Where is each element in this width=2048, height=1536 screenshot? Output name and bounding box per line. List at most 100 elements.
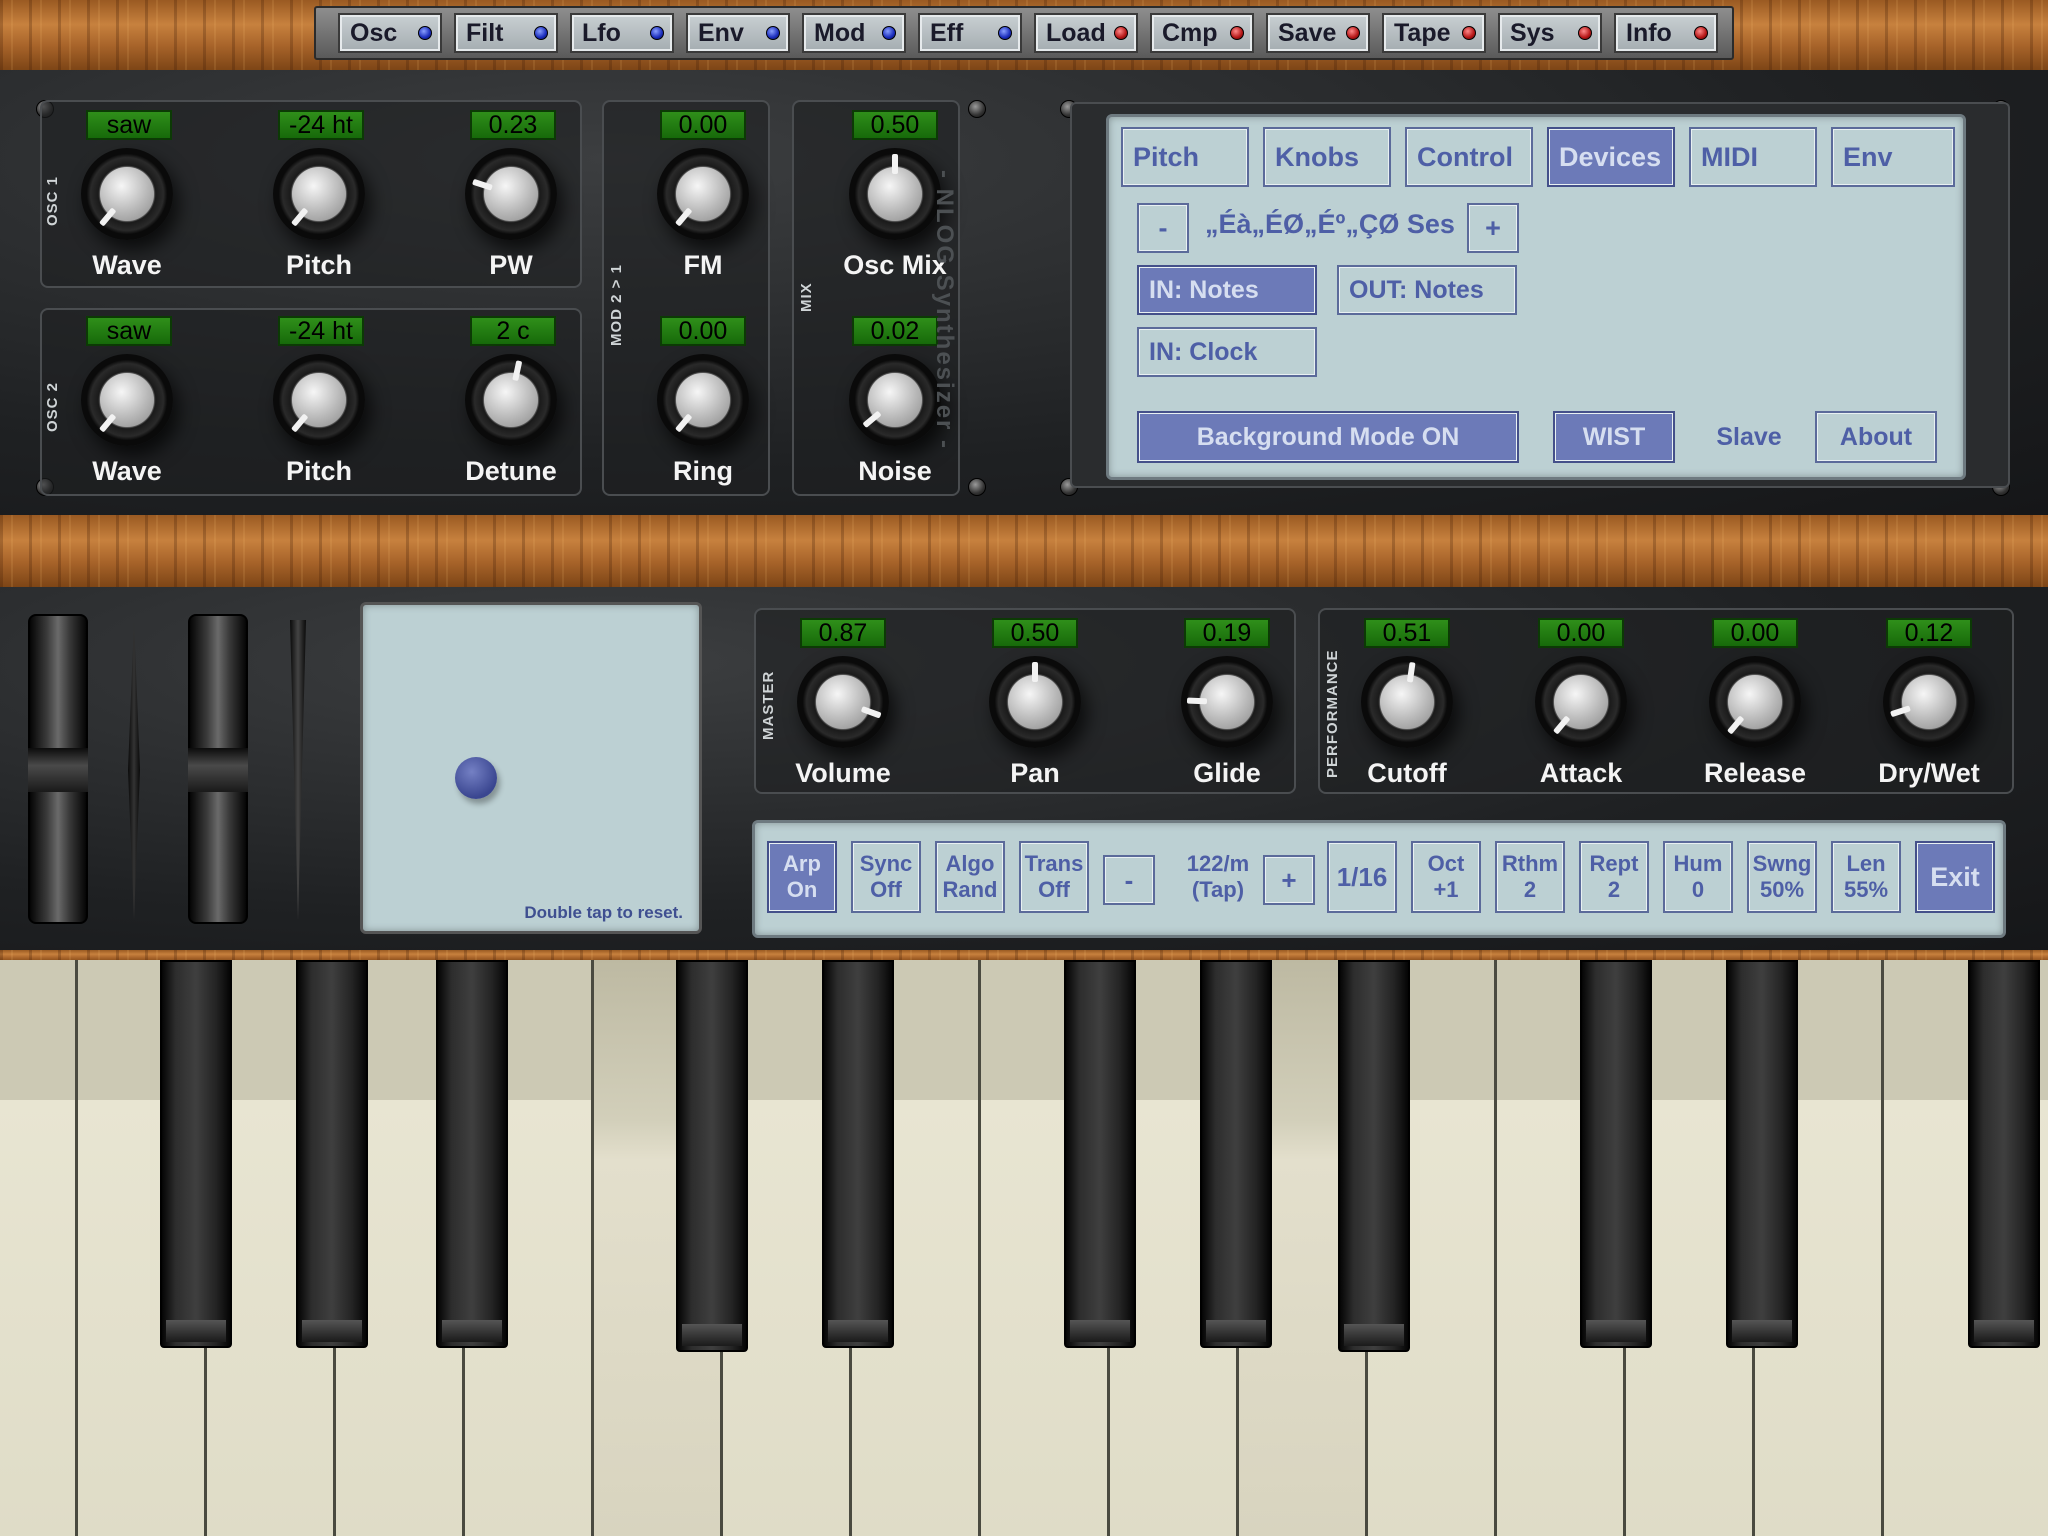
tab-load[interactable]: Load	[1034, 13, 1138, 53]
tab-env[interactable]: Env	[686, 13, 790, 53]
swing-button[interactable]: Swng 50%	[1747, 841, 1817, 913]
division-button[interactable]: 1/16	[1327, 841, 1397, 913]
device-next-button[interactable]: +	[1467, 203, 1519, 253]
pitch-bend-wheel[interactable]	[28, 614, 88, 924]
tab-sys[interactable]: Sys	[1498, 13, 1602, 53]
out-notes-button[interactable]: OUT: Notes	[1337, 265, 1517, 315]
attack-knob[interactable]	[1535, 656, 1627, 748]
tab-label: Mod	[814, 18, 866, 47]
black-key[interactable]	[1200, 960, 1272, 1348]
exit-button[interactable]: Exit	[1915, 841, 1995, 913]
volume-knob[interactable]	[797, 656, 889, 748]
black-key-pressed[interactable]	[1338, 960, 1410, 1352]
white-key[interactable]	[0, 960, 78, 1536]
ring-knob[interactable]	[657, 354, 749, 446]
black-key[interactable]	[160, 960, 232, 1348]
osc1-pw-knob[interactable]	[465, 148, 557, 240]
xy-pad[interactable]: Double tap to reset.	[360, 602, 702, 934]
tab-mod[interactable]: Mod	[802, 13, 906, 53]
rthm-button[interactable]: Rthm 2	[1495, 841, 1565, 913]
tab-label: Filt	[466, 18, 504, 47]
cutoff-knob[interactable]	[1361, 656, 1453, 748]
algo-button[interactable]: Algo Rand	[935, 841, 1005, 913]
oct-button[interactable]: Oct +1	[1411, 841, 1481, 913]
volume-label: Volume	[795, 758, 891, 788]
tab-label: Tape	[1394, 18, 1451, 47]
arp-on-button[interactable]: Arp On	[767, 841, 837, 913]
tab-midi[interactable]: MIDI	[1689, 127, 1817, 187]
length-button[interactable]: Len 55%	[1831, 841, 1901, 913]
osc1-wave-knob[interactable]	[81, 148, 173, 240]
tab-pitch[interactable]: Pitch	[1121, 127, 1249, 187]
slave-button[interactable]: Slave	[1689, 411, 1809, 463]
osc2-pitch-knob[interactable]	[273, 354, 365, 446]
glide-knob[interactable]	[1181, 656, 1273, 748]
tab-cmp[interactable]: Cmp	[1150, 13, 1254, 53]
in-notes-button[interactable]: IN: Notes	[1137, 265, 1317, 315]
black-key[interactable]	[822, 960, 894, 1348]
glide-label: Glide	[1193, 758, 1261, 788]
button-line1: Sync	[859, 851, 913, 876]
tab-label: Info	[1626, 18, 1672, 47]
black-key[interactable]	[1968, 960, 2040, 1348]
button-line1: Arp	[783, 851, 821, 876]
black-key[interactable]	[1726, 960, 1798, 1348]
noise-knob[interactable]	[849, 354, 941, 446]
tab-save[interactable]: Save	[1266, 13, 1370, 53]
tempo-tap[interactable]: 122/m (Tap)	[1163, 841, 1273, 913]
drywet-knob[interactable]	[1883, 656, 1975, 748]
button-line1: Trans	[1024, 851, 1084, 876]
tempo-minus-button[interactable]: -	[1103, 855, 1155, 905]
button-line1: Rept	[1589, 851, 1639, 876]
led-icon	[534, 26, 548, 40]
tab-eff[interactable]: Eff	[918, 13, 1022, 53]
tab-env[interactable]: Env	[1831, 127, 1955, 187]
release-knob[interactable]	[1709, 656, 1801, 748]
tab-lfo[interactable]: Lfo	[570, 13, 674, 53]
trans-button[interactable]: Trans Off	[1019, 841, 1089, 913]
mix-label: MIX	[798, 282, 815, 312]
led-icon	[650, 26, 664, 40]
background-mode-button[interactable]: Background Mode ON	[1137, 411, 1519, 463]
sys-panel: Pitch Knobs Control Devices MIDI Env - „…	[1106, 114, 1966, 480]
osc1-pitch-knob[interactable]	[273, 148, 365, 240]
pan-knob[interactable]	[989, 656, 1081, 748]
tab-devices[interactable]: Devices	[1547, 127, 1675, 187]
black-key[interactable]	[436, 960, 508, 1348]
osc2-wave-knob[interactable]	[81, 354, 173, 446]
hum-button[interactable]: Hum 0	[1663, 841, 1733, 913]
tab-filt[interactable]: Filt	[454, 13, 558, 53]
volume-display: 0.87	[800, 618, 886, 648]
fm-knob[interactable]	[657, 148, 749, 240]
oscmix-knob[interactable]	[849, 148, 941, 240]
device-prev-button[interactable]: -	[1137, 203, 1189, 253]
wist-button[interactable]: WIST	[1553, 411, 1675, 463]
osc2-detune-knob[interactable]	[465, 354, 557, 446]
tempo-plus-button[interactable]: +	[1263, 855, 1315, 905]
led-icon	[766, 26, 780, 40]
osc1-pw-label: PW	[489, 250, 533, 280]
black-key[interactable]	[296, 960, 368, 1348]
tab-control[interactable]: Control	[1405, 127, 1533, 187]
osc2-detune-label: Detune	[465, 456, 557, 486]
led-icon	[1578, 26, 1592, 40]
black-key[interactable]	[1580, 960, 1652, 1348]
rept-button[interactable]: Rept 2	[1579, 841, 1649, 913]
tab-info[interactable]: Info	[1614, 13, 1718, 53]
tab-osc[interactable]: Osc	[338, 13, 442, 53]
drywet-label: Dry/Wet	[1878, 758, 1980, 788]
black-key[interactable]	[1064, 960, 1136, 1348]
xy-pad-handle[interactable]	[455, 757, 497, 799]
led-icon	[1114, 26, 1128, 40]
mod-wheel[interactable]	[188, 614, 248, 924]
tab-tape[interactable]: Tape	[1382, 13, 1486, 53]
led-icon	[1346, 26, 1360, 40]
cutoff-label: Cutoff	[1367, 758, 1447, 788]
tab-label: Lfo	[582, 18, 621, 47]
tab-knobs[interactable]: Knobs	[1263, 127, 1391, 187]
led-icon	[998, 26, 1012, 40]
black-key-pressed[interactable]	[676, 960, 748, 1352]
in-clock-button[interactable]: IN: Clock	[1137, 327, 1317, 377]
about-button[interactable]: About	[1815, 411, 1937, 463]
sync-button[interactable]: Sync Off	[851, 841, 921, 913]
